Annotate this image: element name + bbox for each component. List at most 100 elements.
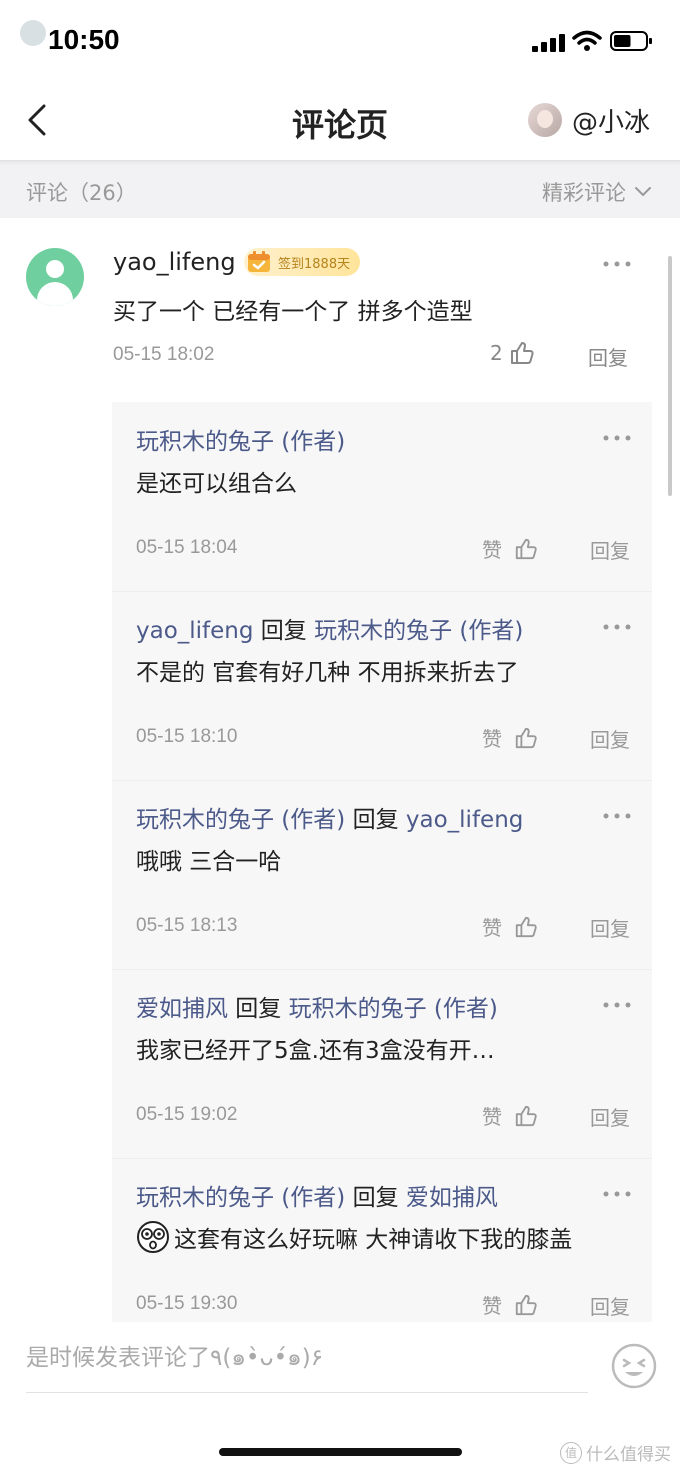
- reply-author[interactable]: yao_lifeng: [136, 618, 253, 644]
- reply-text-content: 不是的 官套有好几种 不用拆来折去了: [136, 660, 519, 686]
- reply-button[interactable]: 回复: [590, 913, 630, 942]
- reply-button[interactable]: 回复: [590, 1291, 630, 1320]
- nav-bar: 评论页 @小冰: [0, 80, 680, 160]
- more-icon[interactable]: [602, 623, 632, 631]
- reply-button[interactable]: 回复: [590, 535, 630, 564]
- reply-header: 玩积木的兔子 (作者) 回复 yao_lifeng: [136, 800, 523, 834]
- thumb-up-icon: [515, 727, 537, 748]
- user-name: @小冰: [571, 107, 650, 138]
- thumb-up-icon: [515, 1105, 537, 1126]
- reply-time: 05-15 19:30: [136, 1293, 238, 1314]
- sort-label: 精彩评论: [542, 181, 626, 205]
- watermark: 值 什么值得买: [560, 1440, 671, 1465]
- scrollbar[interactable]: [668, 256, 672, 496]
- sort-dropdown[interactable]: 精彩评论: [542, 177, 652, 207]
- watermark-icon: 值: [560, 1441, 582, 1464]
- reply-item: 玩积木的兔子 (作者) 回复 爱如捕风这套有这么好玩嘛 大神请收下我的膝盖 05-…: [112, 1158, 652, 1348]
- reply-text: 这套有这么好玩嘛 大神请收下我的膝盖: [136, 1220, 572, 1254]
- reply-text-content: 我家已经开了5盒.还有3盒没有开…: [136, 1038, 495, 1064]
- like-button[interactable]: 赞: [482, 912, 538, 941]
- battery-icon: [610, 31, 652, 51]
- reply-header: yao_lifeng 回复 玩积木的兔子 (作者): [136, 611, 523, 645]
- reply-item: 玩积木的兔子 (作者) 是还可以组合么 05-15 18:04 赞 回复: [112, 402, 652, 592]
- reply-time: 05-15 18:10: [136, 726, 238, 747]
- watermark-text: 什么值得买: [586, 1445, 671, 1465]
- thumb-up-icon: [510, 342, 534, 364]
- reply-header: 玩积木的兔子 (作者): [136, 422, 345, 456]
- reply-text: 不是的 官套有好几种 不用拆来折去了: [136, 653, 519, 687]
- like-button[interactable]: 赞: [482, 723, 538, 752]
- like-label: 赞: [482, 916, 502, 940]
- home-indicator[interactable]: [219, 1448, 462, 1456]
- like-button[interactable]: 2: [490, 340, 535, 366]
- reply-time: 05-15 18:04: [136, 537, 238, 558]
- comment-author[interactable]: yao_lifeng: [113, 248, 236, 276]
- watermark-logo: [20, 20, 46, 46]
- comments-header: 评论（26） 精彩评论: [0, 160, 680, 218]
- reply-target[interactable]: 玩积木的兔子 (作者): [289, 996, 498, 1022]
- comment-time: 05-15 18:02: [113, 344, 215, 365]
- like-label: 赞: [482, 538, 502, 562]
- reply-text: 是还可以组合么: [136, 464, 297, 498]
- comment-count: 评论（26）: [26, 181, 137, 205]
- thumb-up-icon: [515, 1294, 537, 1315]
- more-icon[interactable]: [602, 1190, 632, 1198]
- status-time: 10:50: [48, 24, 120, 55]
- badge-text: 签到1888天: [278, 256, 351, 272]
- reply-connector: 回复: [253, 618, 315, 644]
- reply-target[interactable]: yao_lifeng: [406, 807, 523, 833]
- replies-list: 玩积木的兔子 (作者) 是还可以组合么 05-15 18:04 赞回复 yao_life…: [112, 402, 652, 1348]
- status-bar: 10:50: [0, 0, 680, 80]
- signal-icon: [532, 34, 565, 52]
- emoji-icon[interactable]: [610, 1342, 658, 1390]
- like-button[interactable]: 赞: [482, 1101, 538, 1130]
- checkin-badge: 签到1888天: [244, 248, 361, 276]
- comment-text: 买了一个 已经有一个了 拼多个造型: [113, 299, 473, 325]
- reply-text: 我家已经开了5盒.还有3盒没有开…: [136, 1031, 495, 1065]
- back-icon[interactable]: [24, 102, 52, 138]
- reply-connector: 回复: [228, 996, 289, 1022]
- like-label: 赞: [482, 727, 502, 751]
- comment-input[interactable]: 是时候发表评论了٩(๑•̀ᴗ•́๑)۶: [26, 1322, 588, 1393]
- wow-emoji-icon: [137, 1221, 169, 1253]
- reply-author[interactable]: 玩积木的兔子 (作者): [136, 1185, 345, 1211]
- reply-author[interactable]: 爱如捕风: [136, 996, 228, 1022]
- like-button[interactable]: 赞: [482, 1290, 538, 1319]
- reply-button[interactable]: 回复: [590, 724, 630, 753]
- reply-button[interactable]: 回复: [588, 342, 628, 371]
- reply-time: 05-15 18:13: [136, 915, 238, 936]
- reply-item: 爱如捕风 回复 玩积木的兔子 (作者) 我家已经开了5盒.还有3盒没有开… 05-1…: [112, 969, 652, 1159]
- user-avatar: [527, 103, 562, 137]
- reply-author[interactable]: 玩积木的兔子 (作者): [136, 807, 345, 833]
- reply-text: 哦哦 三合一哈: [136, 842, 281, 876]
- reply-header: 爱如捕风 回复 玩积木的兔子 (作者): [136, 989, 498, 1023]
- calendar-check-icon: [248, 251, 270, 272]
- reply-target[interactable]: 玩积木的兔子 (作者): [314, 618, 523, 644]
- wifi-icon: [572, 30, 602, 51]
- reply-author[interactable]: 玩积木的兔子 (作者): [136, 429, 345, 455]
- reply-header: 玩积木的兔子 (作者) 回复 爱如捕风: [136, 1178, 498, 1212]
- reply-text-content: 这套有这么好玩嘛 大神请收下我的膝盖: [174, 1227, 573, 1253]
- current-user[interactable]: @小冰: [527, 100, 650, 140]
- reply-connector: 回复: [345, 1185, 406, 1211]
- reply-target[interactable]: 爱如捕风: [406, 1185, 498, 1211]
- reply-text-content: 哦哦 三合一哈: [136, 849, 282, 875]
- avatar[interactable]: [26, 248, 84, 306]
- like-count: 2: [490, 341, 503, 365]
- chevron-down-icon: [635, 187, 651, 197]
- like-label: 赞: [482, 1105, 502, 1129]
- comment-input-bar: 是时候发表评论了٩(๑•̀ᴗ•́๑)۶ 值 什么值得买: [0, 1322, 680, 1473]
- reply-item: 玩积木的兔子 (作者) 回复 yao_lifeng 哦哦 三合一哈 05-15 18…: [112, 780, 652, 970]
- like-button[interactable]: 赞: [482, 534, 538, 563]
- reply-text-content: 是还可以组合么: [136, 471, 297, 497]
- reply-item: yao_lifeng 回复 玩积木的兔子 (作者) 不是的 官套有好几种 不用拆来…: [112, 591, 652, 781]
- more-icon[interactable]: [602, 260, 632, 268]
- reply-connector: 回复: [345, 807, 406, 833]
- more-icon[interactable]: [602, 434, 632, 442]
- more-icon[interactable]: [602, 1001, 632, 1009]
- reply-button[interactable]: 回复: [590, 1102, 630, 1131]
- thumb-up-icon: [515, 916, 537, 937]
- more-icon[interactable]: [602, 812, 632, 820]
- thumb-up-icon: [515, 538, 537, 559]
- reply-time: 05-15 19:02: [136, 1104, 238, 1125]
